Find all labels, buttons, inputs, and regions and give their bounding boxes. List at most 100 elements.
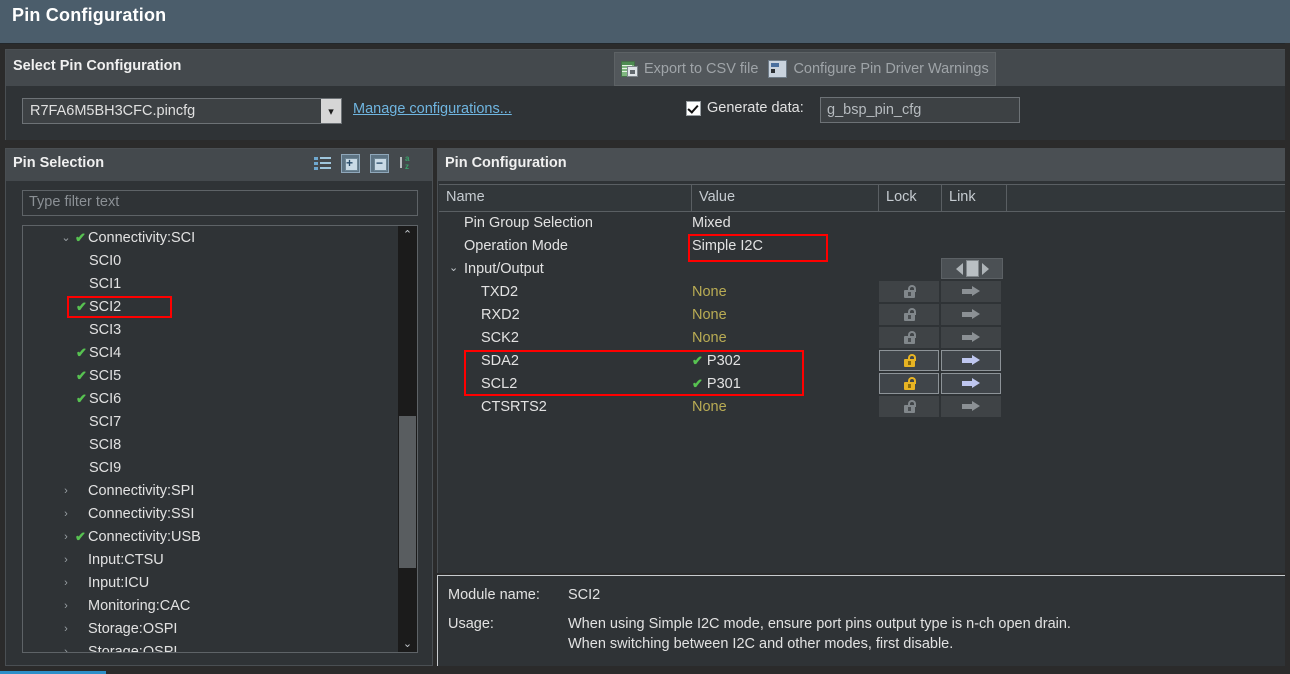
tree-item-sci0[interactable]: SCI0 <box>23 249 399 272</box>
pin-value-cell[interactable]: None <box>692 280 727 303</box>
pin-name-cell: SDA2 <box>481 352 519 369</box>
chevron-icon[interactable]: › <box>59 577 73 589</box>
table-row[interactable]: TXD2 None <box>439 280 1290 303</box>
tree-item-sci8[interactable]: SCI8 <box>23 433 399 456</box>
tree-item-label: Storage:QSPI <box>88 643 178 653</box>
link-button[interactable] <box>941 396 1001 417</box>
chevron-icon[interactable]: › <box>59 508 73 520</box>
pin-value-cell[interactable]: None <box>692 395 727 418</box>
link-button[interactable] <box>941 281 1001 302</box>
lock-toggle-button[interactable] <box>879 304 939 325</box>
lock-toggle-button[interactable] <box>879 281 939 302</box>
tree-item-label: Connectivity:SPI <box>88 482 195 499</box>
chevron-icon[interactable]: ⌄ <box>59 231 73 244</box>
chevron-icon[interactable]: › <box>59 485 73 497</box>
generate-data-checkbox[interactable] <box>686 100 701 116</box>
tree-item-sci1[interactable]: SCI1 <box>23 272 399 295</box>
lock-toggle-button[interactable] <box>879 350 939 371</box>
sort-alpha-icon[interactable] <box>399 155 416 172</box>
chevron-icon[interactable]: › <box>59 600 73 612</box>
pin-value-text: None <box>692 398 727 415</box>
tree-item-sci5[interactable]: ✔ SCI5 <box>23 364 399 387</box>
table-row[interactable]: SDA2 ✔ P302 <box>439 349 1290 372</box>
tree-scrollbar[interactable]: ⌃ ⌄ <box>398 226 417 652</box>
export-to-csv-button[interactable]: Export to CSV file <box>621 61 758 77</box>
scroll-down-icon[interactable]: ⌄ <box>398 635 417 652</box>
generate-data-input[interactable]: g_bsp_pin_cfg <box>820 97 1020 123</box>
tree-item-storage-ospi[interactable]: › Storage:OSPI <box>23 617 399 640</box>
pin-value-cell[interactable]: ✔ P301 <box>692 372 741 395</box>
table-row[interactable]: Operation Mode Simple I2C <box>439 234 1290 257</box>
chevron-icon[interactable]: › <box>59 554 73 566</box>
pin-value-cell[interactable]: Mixed <box>692 211 731 234</box>
generate-data-value: g_bsp_pin_cfg <box>827 102 922 118</box>
chevron-icon[interactable]: › <box>59 623 73 635</box>
link-button[interactable] <box>941 350 1001 371</box>
link-arrow-icon <box>962 401 980 412</box>
pincfg-file-select[interactable]: R7FA6M5BH3CFC.pincfg ▾ <box>22 98 342 124</box>
pin-navigation-control[interactable] <box>941 258 1003 279</box>
table-row[interactable]: SCK2 None <box>439 326 1290 349</box>
scroll-up-icon[interactable]: ⌃ <box>398 226 417 243</box>
link-button[interactable] <box>941 373 1001 394</box>
tree-item-sci7[interactable]: SCI7 <box>23 410 399 433</box>
table-row[interactable]: ⌄ Input/Output <box>439 257 1290 280</box>
lock-toggle-button[interactable] <box>879 327 939 348</box>
table-row[interactable]: SCL2 ✔ P301 <box>439 372 1290 395</box>
column-header-lock[interactable]: Lock <box>879 185 942 211</box>
nav-next-icon[interactable] <box>981 262 989 275</box>
tree-item-connectivity-sci[interactable]: ⌄ ✔ Connectivity:SCI <box>23 226 399 249</box>
tree-item-label: SCI5 <box>89 367 122 384</box>
column-header-value[interactable]: Value <box>692 185 879 211</box>
scroll-thumb[interactable] <box>399 416 416 568</box>
tree-item-label: SCI4 <box>89 344 122 361</box>
show-list-icon[interactable] <box>314 155 331 172</box>
link-button[interactable] <box>941 304 1001 325</box>
window-title-bar: Pin Configuration <box>0 0 1290 44</box>
tree-item-storage-qspi[interactable]: › Storage:QSPI <box>23 640 399 653</box>
column-header-name[interactable]: Name <box>439 185 692 211</box>
pin-selection-tree[interactable]: ⌄ ✔ Connectivity:SCI SCI0 SCI1 ✔ SCI2 SCI3 ✔ SCI4… <box>22 225 418 653</box>
tree-item-input-ctsu[interactable]: › Input:CTSU <box>23 548 399 571</box>
pin-value-cell[interactable]: None <box>692 326 727 349</box>
chevron-icon[interactable]: › <box>59 646 73 653</box>
pin-value-cell[interactable]: Simple I2C <box>692 234 763 257</box>
tree-item-connectivity-spi[interactable]: › Connectivity:SPI <box>23 479 399 502</box>
tree-item-sci4[interactable]: ✔ SCI4 <box>23 341 399 364</box>
tree-item-sci9[interactable]: SCI9 <box>23 456 399 479</box>
tree-item-label: Monitoring:CAC <box>88 597 191 614</box>
tree-item-sci6[interactable]: ✔ SCI6 <box>23 387 399 410</box>
manage-configurations-link[interactable]: Manage configurations... <box>353 101 512 117</box>
configure-pin-driver-warnings-button[interactable]: Configure Pin Driver Warnings <box>768 60 989 78</box>
pin-filter-input[interactable]: Type filter text <box>22 190 418 216</box>
column-header-link[interactable]: Link <box>942 185 1007 211</box>
link-button[interactable] <box>941 327 1001 348</box>
pin-value-cell[interactable]: None <box>692 303 727 326</box>
tree-item-sci3[interactable]: SCI3 <box>23 318 399 341</box>
check-icon: ✔ <box>76 344 87 360</box>
tree-item-monitoring-cac[interactable]: › Monitoring:CAC <box>23 594 399 617</box>
column-header-extra[interactable] <box>1007 185 1290 211</box>
lock-toggle-button[interactable] <box>879 396 939 417</box>
tree-item-connectivity-usb[interactable]: › ✔ Connectivity:USB <box>23 525 399 548</box>
page-title: Pin Configuration <box>12 5 167 25</box>
expand-all-icon[interactable] <box>341 154 360 173</box>
chevron-down-icon[interactable]: ▾ <box>321 99 341 123</box>
table-row[interactable]: CTSRTS2 None <box>439 395 1290 418</box>
collapse-all-icon[interactable] <box>370 154 389 173</box>
nav-previous-icon[interactable] <box>955 262 963 275</box>
pin-name-cell: SCL2 <box>481 375 518 392</box>
table-row[interactable]: Pin Group Selection Mixed <box>439 211 1290 234</box>
csv-export-icon <box>621 61 638 77</box>
lock-toggle-button[interactable] <box>879 373 939 394</box>
padlock-disabled-icon <box>903 331 916 344</box>
table-row[interactable]: RXD2 None <box>439 303 1290 326</box>
tree-item-label: SCI3 <box>89 321 122 338</box>
select-pin-configuration-title: Select Pin Configuration <box>13 58 182 74</box>
tree-item-sci2[interactable]: ✔ SCI2 <box>23 295 399 318</box>
chevron-icon[interactable]: › <box>59 531 73 543</box>
tree-item-connectivity-ssi[interactable]: › Connectivity:SSI <box>23 502 399 525</box>
pin-value-cell[interactable]: ✔ P302 <box>692 349 741 372</box>
generate-data-checkbox-wrap[interactable]: Generate data: <box>686 100 804 116</box>
tree-item-input-icu[interactable]: › Input:ICU <box>23 571 399 594</box>
